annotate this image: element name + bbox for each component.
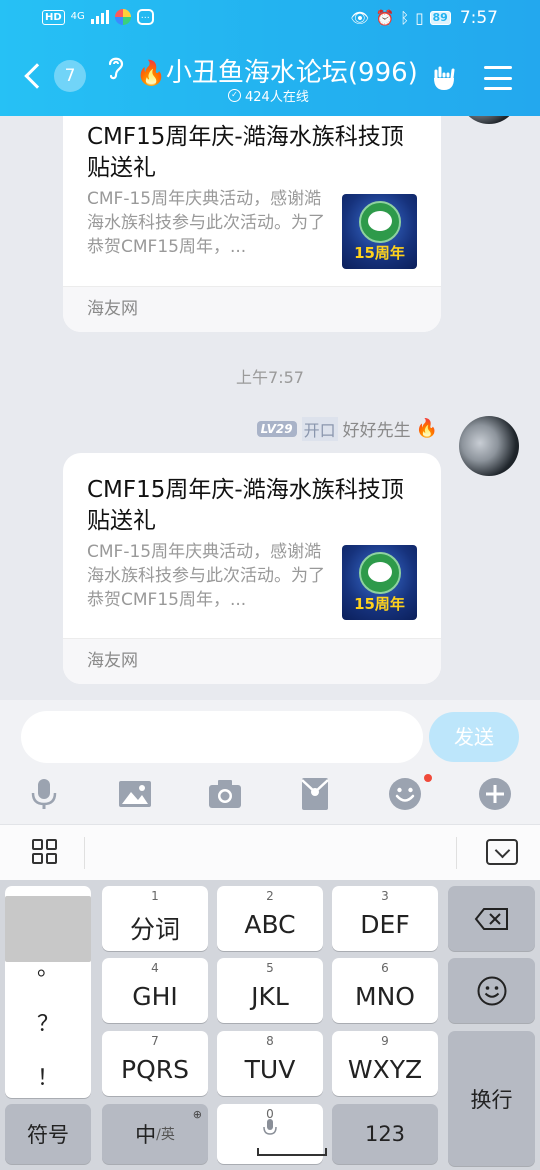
page-title[interactable]: 🔥小丑鱼海水论坛(996) (136, 52, 418, 89)
key-5[interactable]: 5 JKL (217, 958, 323, 1023)
key-2[interactable]: 2 ABC (217, 886, 323, 951)
backspace-key[interactable] (448, 886, 535, 951)
card-thumbnail: 15周年 (342, 194, 417, 269)
card-description: CMF-15周年庆典活动，感谢澔海水族科技参与此次活动。为了恭贺CMF15周年，… (87, 542, 325, 610)
battery-icon: 89 (429, 11, 451, 25)
send-button[interactable]: 发送 (429, 712, 519, 762)
input-bar: 发送 (0, 700, 540, 824)
hand-gesture-icon[interactable] (428, 62, 460, 94)
vibrate-icon: ▯ (415, 9, 424, 27)
fire-icon: 🔥 (415, 418, 438, 439)
link-card[interactable]: CMF15周年庆-澔海水族科技顶贴送礼 CMF-15周年庆典活动，感谢澔海水族科… (63, 453, 441, 684)
network-type: 4G (70, 11, 85, 22)
back-button[interactable]: 7 (22, 60, 86, 92)
signal-icon (90, 10, 109, 24)
punctuation-list[interactable]: ， 。 ？ ！ (5, 886, 91, 1098)
sender-name: 好好先生 (342, 421, 411, 441)
status-right: 👁 ⏰ ᛒ ▯ 89 7:57 (350, 8, 498, 28)
punctuation-exclamation[interactable]: ！ (5, 1060, 91, 1092)
level-badge: LV29 (256, 420, 297, 437)
image-icon[interactable] (117, 776, 153, 812)
fish-icon (368, 562, 392, 582)
emoji-key[interactable] (448, 958, 535, 1023)
ear-icon[interactable] (104, 54, 128, 88)
hd-indicator: HD (42, 9, 65, 25)
member-title-tag: 开口 (301, 416, 338, 441)
enter-key[interactable]: 换行 (448, 1031, 535, 1166)
message-timestamp: 上午7:57 (236, 368, 304, 387)
status-bar: HD 4G … 👁 ⏰ ᛒ ▯ 89 7:57 (0, 0, 540, 40)
fire-icon: 🔥 (136, 59, 166, 87)
plus-icon[interactable] (477, 776, 513, 812)
scrollbar (5, 896, 91, 962)
bluetooth-icon: ᛒ (400, 9, 410, 27)
avatar[interactable] (459, 416, 519, 476)
numbers-key[interactable]: 123 (332, 1104, 438, 1164)
message-notification-icon: … (136, 9, 154, 25)
menu-icon[interactable] (484, 66, 512, 90)
eye-icon: 👁 (350, 9, 370, 27)
fish-icon (368, 211, 392, 231)
key-7[interactable]: 7 PQRS (102, 1031, 208, 1096)
keyboard-toolbar (0, 824, 540, 880)
key-6[interactable]: 6 MNO (332, 958, 438, 1023)
thumbnail-text: 15周年 (354, 595, 405, 613)
avatar[interactable] (459, 116, 519, 124)
card-thumbnail: 15周年 (342, 545, 417, 620)
emoji-icon (477, 976, 506, 1005)
online-count: ✓ 424人在线 (228, 86, 309, 105)
keyboard-collapse-icon[interactable] (486, 839, 518, 865)
key-1[interactable]: 1 分词 (102, 886, 208, 951)
notification-dot (424, 774, 432, 782)
language-switch-key[interactable]: 中/英 ⊕ (102, 1104, 208, 1164)
chevron-left-icon (24, 63, 50, 89)
divider (456, 837, 457, 869)
thumbnail-text: 15周年 (354, 244, 405, 262)
status-left: HD 4G … (42, 9, 154, 25)
sender-info[interactable]: LV29 开口 好好先生 🔥 (256, 416, 438, 441)
online-icon: ✓ (228, 89, 241, 102)
card-source: 海友网 (87, 651, 138, 671)
message-input[interactable] (21, 711, 423, 763)
key-9[interactable]: 9 WXYZ (332, 1031, 438, 1096)
chat-area[interactable]: CMF15周年庆-澔海水族科技顶贴送礼 CMF-15周年庆典活动，感谢澔海水族科… (0, 116, 540, 700)
card-description: CMF-15周年庆典活动，感谢澔海水族科技参与此次活动。为了恭贺CMF15周年，… (87, 189, 325, 257)
key-8[interactable]: 8 TUV (217, 1031, 323, 1096)
card-title: CMF15周年庆-澔海水族科技顶贴送礼 (87, 124, 404, 181)
link-card[interactable]: CMF15周年庆-澔海水族科技顶贴送礼 CMF-15周年庆典活动，感谢澔海水族科… (63, 116, 441, 332)
card-footer: 海友网 (63, 639, 441, 684)
key-3[interactable]: 3 DEF (332, 886, 438, 951)
unread-count-badge: 7 (54, 60, 86, 92)
camera-icon[interactable] (207, 776, 243, 812)
card-title: CMF15周年庆-澔海水族科技顶贴送礼 (87, 477, 404, 534)
divider (84, 837, 85, 869)
clock: 7:57 (459, 8, 498, 28)
chat-header: HD 4G … 👁 ⏰ ᛒ ▯ 89 7:57 7 🔥小丑鱼海水论坛(996) … (0, 0, 540, 116)
globe-icon: ⊕ (192, 1108, 202, 1121)
red-packet-icon[interactable] (297, 776, 333, 812)
emoji-icon[interactable] (387, 776, 423, 812)
space-bar-icon (257, 1148, 327, 1156)
app-notification-icon (114, 9, 131, 25)
symbols-key[interactable]: 符号 (5, 1104, 91, 1164)
backspace-icon (474, 907, 508, 930)
key-4[interactable]: 4 GHI (102, 958, 208, 1023)
microphone-icon[interactable] (26, 776, 62, 812)
card-source: 海友网 (87, 299, 138, 319)
keyboard: ， 。 ？ ！ 1 分词 2 ABC 3 DEF 4 GHI 5 JKL 6 M… (0, 880, 540, 1170)
alarm-icon: ⏰ (375, 9, 395, 27)
keyboard-menu-icon[interactable] (32, 839, 60, 867)
microphone-icon (263, 1118, 277, 1138)
punctuation-question[interactable]: ？ (5, 1006, 91, 1038)
space-key[interactable]: 0 (217, 1104, 327, 1164)
card-footer: 海友网 (63, 287, 441, 332)
